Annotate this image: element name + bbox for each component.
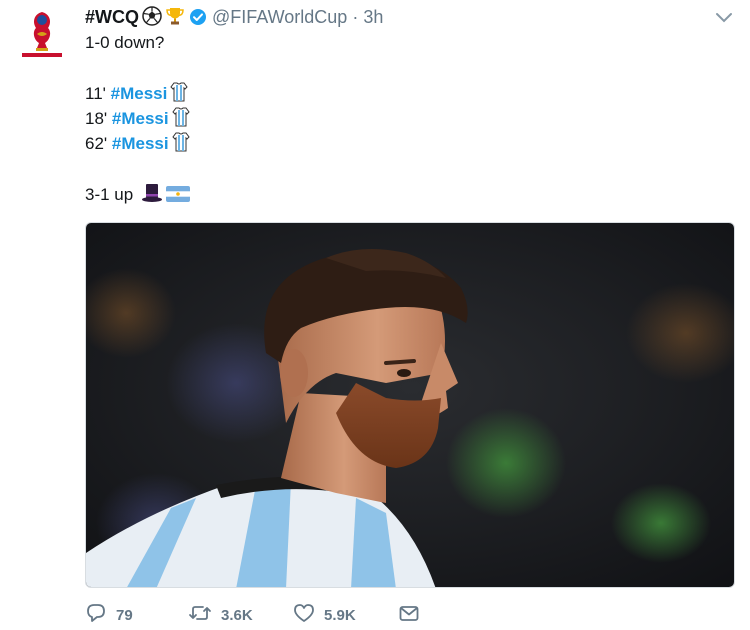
goal-minute: 11' bbox=[85, 84, 106, 103]
final-score: 3-1 up bbox=[85, 185, 134, 204]
avatar[interactable] bbox=[20, 10, 64, 60]
separator-dot: · bbox=[352, 7, 359, 27]
direct-message-button[interactable] bbox=[398, 604, 420, 626]
like-button[interactable]: 5.9K bbox=[293, 604, 356, 626]
retweet-count: 3.6K bbox=[221, 606, 253, 624]
retweet-icon bbox=[188, 602, 212, 628]
argentina-shirt-icon bbox=[171, 107, 190, 133]
reply-count: 79 bbox=[116, 606, 133, 624]
soccer-ball-icon bbox=[142, 6, 162, 31]
top-hat-icon bbox=[141, 183, 163, 209]
hashtag-link[interactable]: #Messi bbox=[111, 84, 168, 103]
hashtag-link[interactable]: #Messi bbox=[112, 109, 169, 128]
tweet-photo[interactable] bbox=[85, 222, 735, 588]
trophy-icon bbox=[165, 6, 185, 31]
argentina-shirt-icon bbox=[171, 132, 190, 158]
heart-icon bbox=[293, 602, 315, 628]
handle[interactable]: @FIFAWorldCup bbox=[212, 7, 347, 27]
player-portrait-image bbox=[86, 223, 734, 587]
goal-line: 11' #Messi bbox=[85, 82, 189, 108]
goal-minute: 62' bbox=[85, 134, 108, 153]
retweet-button[interactable]: 3.6K bbox=[188, 604, 253, 626]
display-name[interactable]: #WCQ bbox=[85, 7, 139, 27]
timestamp[interactable]: 3h bbox=[363, 7, 383, 27]
goal-line: 62' #Messi bbox=[85, 132, 190, 158]
argentina-shirt-icon bbox=[170, 82, 189, 108]
like-count: 5.9K bbox=[324, 606, 356, 624]
hashtag-link[interactable]: #Messi bbox=[112, 134, 169, 153]
reply-icon bbox=[85, 602, 107, 628]
world-cup-logo bbox=[22, 12, 62, 57]
chevron-down-icon[interactable] bbox=[714, 10, 734, 26]
envelope-icon bbox=[398, 602, 420, 628]
tweet-line-final: 3-1 up bbox=[85, 183, 190, 209]
goal-minute: 18' bbox=[85, 109, 108, 128]
verified-badge-icon bbox=[189, 8, 207, 31]
tweet-header: #WCQ @FIFAWorldCup · 3h bbox=[85, 6, 383, 28]
tweet-line-1: 1-0 down? bbox=[85, 33, 165, 52]
argentina-flag-icon bbox=[165, 185, 190, 209]
reply-button[interactable]: 79 bbox=[85, 604, 133, 626]
goal-line: 18' #Messi bbox=[85, 107, 190, 133]
